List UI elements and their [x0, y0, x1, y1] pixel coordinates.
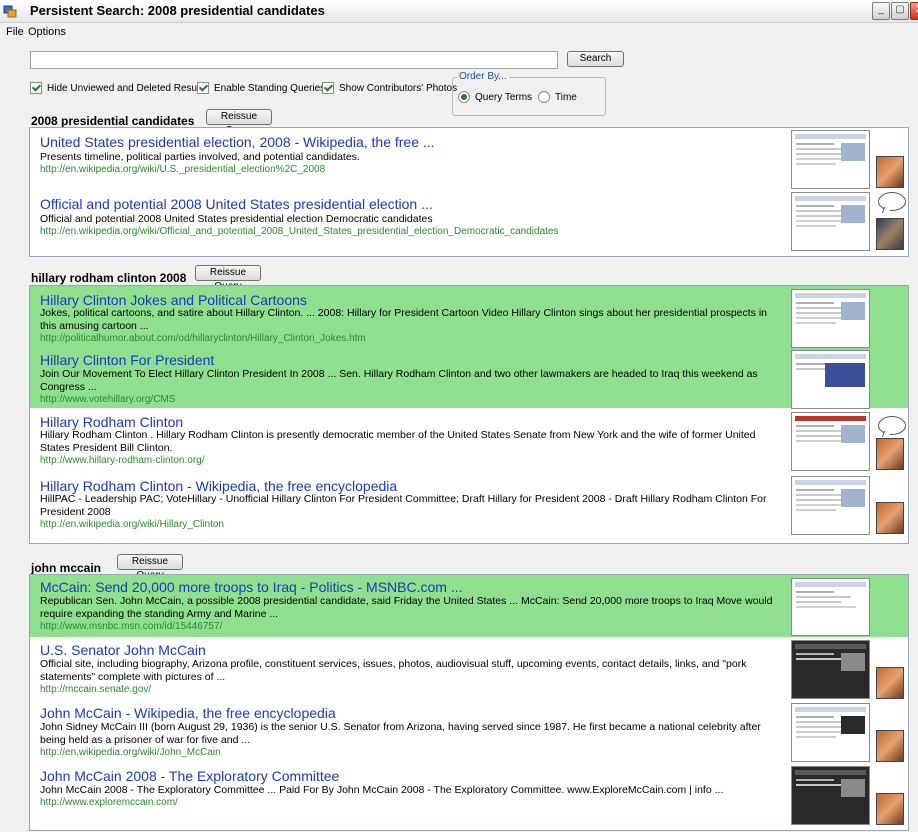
result-description: John McCain 2008 - The Exploratory Commi…	[40, 784, 724, 796]
result-title-link[interactable]: John McCain - Wikipedia, the free encycl…	[40, 705, 336, 721]
query-label: john mccain	[31, 561, 102, 575]
result-item[interactable]: McCain: Send 20,000 more troops to Iraq …	[30, 575, 908, 637]
result-description: Republican Sen. John McCain, a possible …	[40, 595, 773, 620]
result-title-link[interactable]: Hillary Rodham Clinton	[40, 414, 183, 430]
results-panel: McCain: Send 20,000 more troops to Iraq …	[29, 574, 909, 831]
query-label: 2008 presidential candidates	[31, 114, 195, 128]
result-title-link[interactable]: U.S. Senator John McCain	[40, 642, 206, 658]
result-thumbnail[interactable]	[791, 289, 870, 348]
result-item[interactable]: Hillary Rodham Clinton Hillary Rodham Cl…	[30, 408, 908, 472]
result-url-link[interactable]: http://en.wikipedia.org/wiki/Hillary_Cli…	[40, 519, 224, 530]
result-description: HillPAC - Leadership PAC; VoteHillary - …	[40, 493, 767, 518]
result-url-link[interactable]: http://en.wikipedia.org/wiki/John_McCain	[40, 747, 221, 758]
menu-bar: File Options	[0, 23, 918, 41]
title-bar: Persistent Search: 2008 presidential can…	[0, 0, 918, 23]
result-thumbnail[interactable]	[791, 640, 870, 699]
contributor-photo	[876, 730, 904, 762]
contributor-photo	[876, 218, 904, 250]
result-url-link[interactable]: http://politicalhumor.about.com/od/hilla…	[40, 333, 366, 344]
result-url-link[interactable]: http://www.hillary-rodham-clinton.org/	[40, 455, 205, 466]
order-time-radio[interactable]: Time	[538, 91, 577, 103]
contributor-photo	[876, 438, 904, 470]
minimize-button[interactable]: _	[872, 2, 890, 20]
result-thumbnail[interactable]	[791, 703, 870, 762]
results-panel: United States presidential election, 200…	[29, 127, 909, 257]
order-by-legend: Order By...	[457, 71, 509, 82]
result-description: Jokes, political cartoons, and satire ab…	[40, 307, 768, 332]
order-query-terms-label: Query Terms	[475, 91, 533, 103]
result-title-link[interactable]: Official and potential 2008 United State…	[40, 196, 433, 212]
result-url-link[interactable]: http://mccain.senate.gov/	[40, 684, 151, 695]
result-thumbnail[interactable]	[791, 476, 870, 535]
contributor-photo	[876, 156, 904, 188]
result-item[interactable]: Hillary Clinton Jokes and Political Cart…	[30, 286, 908, 348]
result-thumbnail[interactable]	[791, 766, 870, 825]
result-thumbnail[interactable]	[791, 412, 870, 471]
search-input[interactable]	[30, 51, 558, 69]
hide-unviewed-checkbox[interactable]: Hide Unviewed and Deleted Results	[30, 82, 207, 94]
result-description: Join Our Movement To Elect Hillary Clint…	[40, 368, 758, 393]
contributor-photos-label: Show Contributors' Photos	[339, 82, 458, 94]
reissue-query-button[interactable]: Reissue Query	[195, 265, 261, 292]
result-description: Hillary Rodham Clinton . Hillary Rodham …	[40, 429, 756, 454]
standing-queries-checkbox[interactable]: Enable Standing Queries	[197, 82, 325, 94]
comment-bubble-icon[interactable]	[878, 416, 906, 435]
close-button[interactable]: X	[910, 2, 918, 20]
result-title-link[interactable]: McCain: Send 20,000 more troops to Iraq …	[40, 579, 463, 595]
checkbox-checked-icon	[197, 82, 209, 94]
result-description: Presents timeline, political parties inv…	[40, 151, 360, 163]
result-title-link[interactable]: Hillary Rodham Clinton - Wikipedia, the …	[40, 478, 397, 494]
result-description: John Sidney McCain III (born August 29, …	[40, 721, 761, 746]
result-item[interactable]: John McCain 2008 - The Exploratory Commi…	[30, 763, 908, 829]
result-description: Official and potential 2008 United State…	[40, 213, 433, 225]
result-title-link[interactable]: John McCain 2008 - The Exploratory Commi…	[40, 768, 339, 784]
order-query-terms-radio[interactable]: Query Terms	[458, 91, 532, 103]
reissue-query-button[interactable]: Reissue Query	[206, 109, 272, 136]
result-url-link[interactable]: http://www.msnbc.msn.com/id/15446757/	[40, 621, 222, 632]
hide-unviewed-label: Hide Unviewed and Deleted Results	[47, 82, 208, 94]
result-thumbnail[interactable]	[791, 130, 870, 189]
contributor-photos-checkbox[interactable]: Show Contributors' Photos	[322, 82, 457, 94]
contributor-photo	[876, 793, 904, 825]
reissue-query-button[interactable]: Reissue Query	[117, 554, 183, 581]
result-item[interactable]: Hillary Clinton For President Join Our M…	[30, 348, 908, 409]
result-url-link[interactable]: http://en.wikipedia.org/wiki/U.S._presid…	[40, 164, 325, 175]
result-item[interactable]: U.S. Senator John McCain Official site, …	[30, 637, 908, 700]
radio-unselected-icon	[538, 91, 550, 103]
comment-bubble-icon[interactable]	[878, 192, 906, 211]
result-thumbnail[interactable]	[791, 192, 870, 251]
menu-options[interactable]: Options	[28, 26, 66, 38]
standing-queries-label: Enable Standing Queries	[214, 82, 326, 94]
result-url-link[interactable]: http://en.wikipedia.org/wiki/Official_an…	[40, 226, 558, 237]
contributor-photo	[876, 667, 904, 699]
app-icon	[3, 5, 17, 18]
checkbox-checked-icon	[30, 82, 42, 94]
menu-file[interactable]: File	[6, 26, 24, 38]
result-item[interactable]: Hillary Rodham Clinton - Wikipedia, the …	[30, 472, 908, 542]
result-item[interactable]: Official and potential 2008 United State…	[30, 190, 908, 254]
result-url-link[interactable]: http://www.votehillary.org/CMS	[40, 394, 175, 405]
search-button[interactable]: Search	[567, 51, 624, 67]
radio-selected-icon	[458, 91, 470, 103]
result-title-link[interactable]: Hillary Clinton For President	[40, 352, 214, 368]
checkbox-checked-icon	[322, 82, 334, 94]
result-url-link[interactable]: http://www.exploremccain.com/	[40, 797, 178, 808]
result-title-link[interactable]: Hillary Clinton Jokes and Political Cart…	[40, 292, 307, 308]
result-thumbnail[interactable]	[791, 578, 870, 636]
results-panel: Hillary Clinton Jokes and Political Cart…	[29, 285, 909, 544]
contributor-photo	[876, 502, 904, 534]
result-thumbnail[interactable]	[791, 350, 870, 409]
result-description: Official site, including biography, Ariz…	[40, 658, 747, 683]
order-by-group: Order By... Query Terms Time	[452, 71, 606, 116]
order-time-label: Time	[555, 91, 577, 103]
maximize-button[interactable]: ▢	[891, 2, 909, 20]
result-item[interactable]: John McCain - Wikipedia, the free encycl…	[30, 700, 908, 763]
query-label: hillary rodham clinton 2008	[31, 271, 187, 285]
result-item[interactable]: United States presidential election, 200…	[30, 128, 908, 190]
result-title-link[interactable]: United States presidential election, 200…	[40, 134, 435, 150]
window-title: Persistent Search: 2008 presidential can…	[30, 3, 325, 18]
